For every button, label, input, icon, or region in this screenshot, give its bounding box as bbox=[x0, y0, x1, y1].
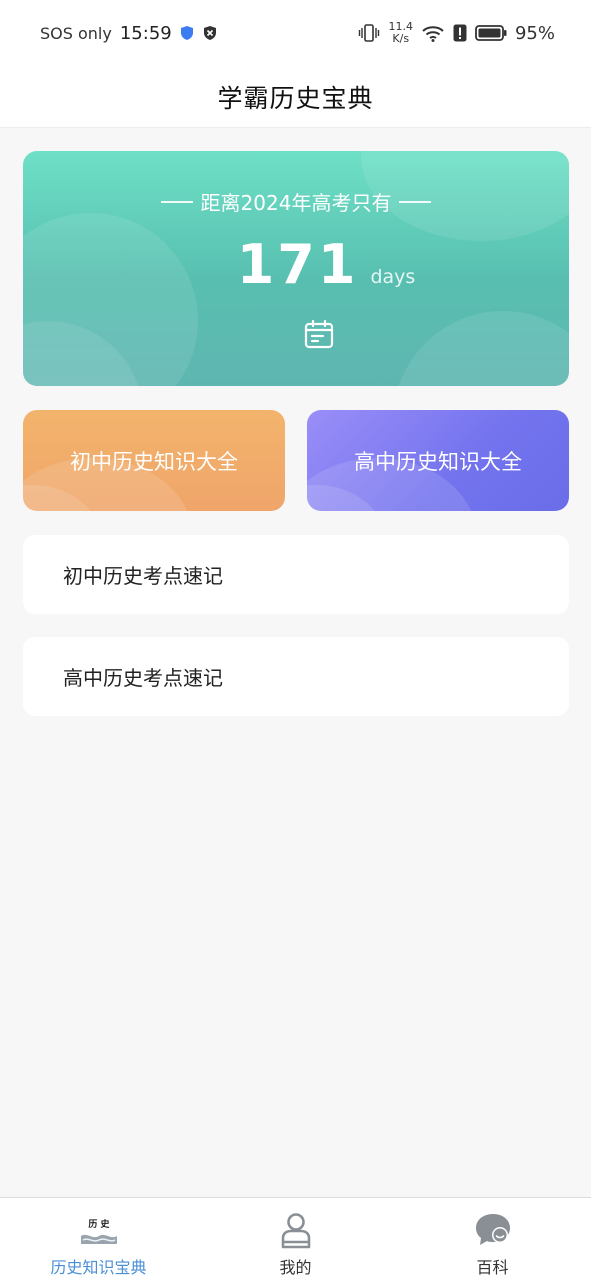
speed-unit: K/s bbox=[392, 32, 410, 45]
alert-icon bbox=[453, 24, 467, 42]
countdown-label: 距离2024年高考只有 bbox=[200, 191, 392, 215]
carrier-text: SOS only bbox=[40, 23, 112, 43]
shield-icon bbox=[180, 26, 193, 40]
list-item-label: 高中历史考点速记 bbox=[63, 666, 223, 690]
status-left: SOS only 15:59 bbox=[40, 23, 218, 44]
wifi-icon bbox=[422, 26, 444, 42]
decor-circle bbox=[393, 311, 569, 386]
calendar-icon[interactable] bbox=[303, 318, 335, 350]
history-logo-text: 历 史 bbox=[88, 1218, 110, 1230]
list-item-label: 初中历史考点速记 bbox=[63, 564, 223, 588]
bottom-tab-bar: 历 史 历史知识宝典 我的 百科 bbox=[0, 1197, 591, 1280]
countdown-card: 距离2024年高考只有 171 days bbox=[23, 151, 569, 386]
senior-history-button[interactable]: 高中历史知识大全 bbox=[307, 410, 569, 511]
divider-left bbox=[160, 200, 193, 203]
list-item-junior-notes[interactable]: 初中历史考点速记 bbox=[23, 535, 569, 614]
tab-history[interactable]: 历 史 历史知识宝典 bbox=[0, 1198, 197, 1280]
history-book-icon: 历 史 bbox=[79, 1210, 119, 1250]
clock: 15:59 bbox=[119, 22, 172, 44]
countdown-unit: days bbox=[370, 266, 416, 288]
countdown-days: 171 bbox=[236, 233, 359, 296]
senior-history-label: 高中历史知识大全 bbox=[354, 449, 522, 474]
list-item-senior-notes[interactable]: 高中历史考点速记 bbox=[23, 637, 569, 716]
vibrate-icon bbox=[359, 24, 380, 42]
user-icon bbox=[276, 1210, 316, 1250]
tab-mine-label: 我的 bbox=[279, 1258, 312, 1277]
divider-right bbox=[399, 200, 432, 203]
page-title: 学霸历史宝典 bbox=[217, 83, 374, 113]
blocked-badge-icon bbox=[203, 26, 216, 40]
junior-history-label: 初中历史知识大全 bbox=[70, 449, 238, 474]
junior-history-button[interactable]: 初中历史知识大全 bbox=[23, 410, 285, 511]
countdown-value-row: 171 days bbox=[23, 233, 569, 296]
status-right: 11.4 K/s 95% bbox=[358, 21, 555, 45]
chat-bubble-icon bbox=[473, 1210, 513, 1250]
network-speed: 11.4 K/s bbox=[388, 21, 413, 45]
tab-mine[interactable]: 我的 bbox=[197, 1198, 394, 1280]
tab-encyclopedia-label: 百科 bbox=[476, 1258, 509, 1277]
history-book-graphic: 历 史 bbox=[80, 1218, 117, 1244]
app-header: 学霸历史宝典 bbox=[0, 66, 591, 128]
status-bar: SOS only 15:59 11.4 K/s 95% bbox=[0, 0, 591, 66]
battery-percent: 95% bbox=[514, 22, 555, 44]
countdown-label-row: 距离2024年高考只有 bbox=[23, 187, 569, 216]
tab-history-label: 历史知识宝典 bbox=[50, 1258, 147, 1277]
tab-encyclopedia[interactable]: 百科 bbox=[394, 1198, 591, 1280]
battery-icon bbox=[475, 25, 507, 41]
